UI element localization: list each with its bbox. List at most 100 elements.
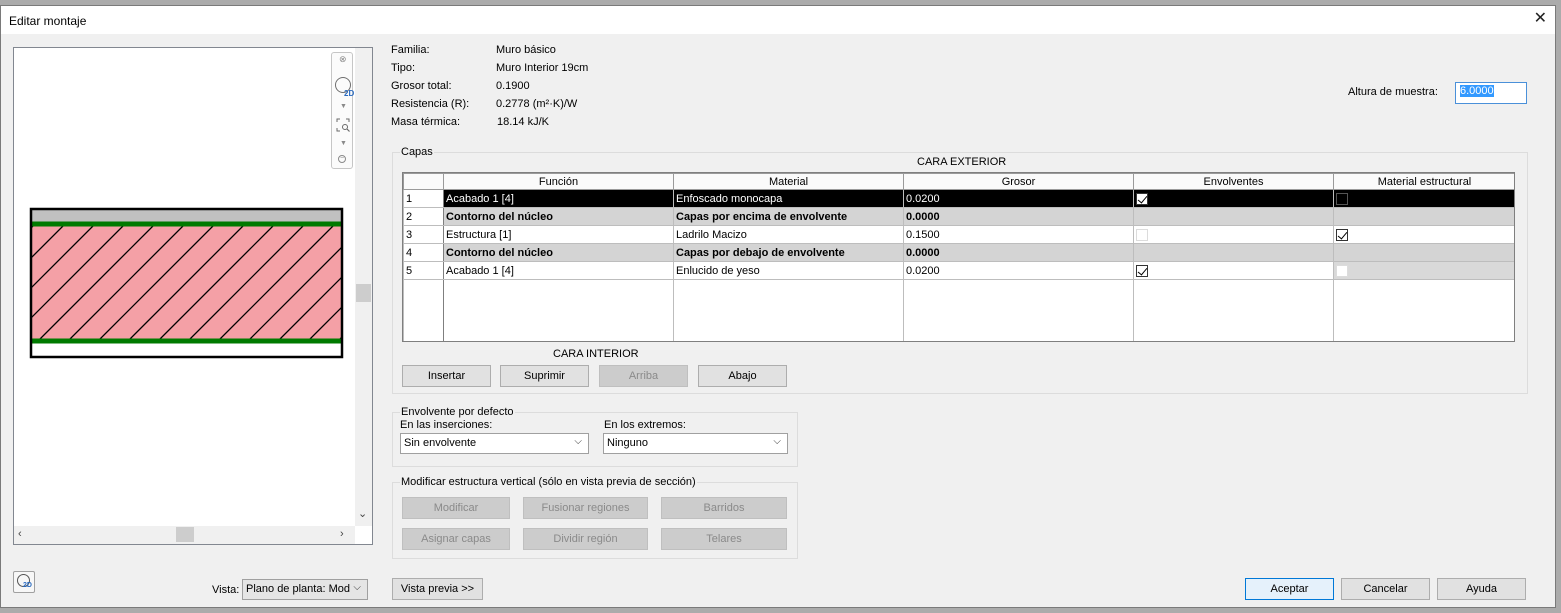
wraps-checkbox[interactable] (1136, 264, 1148, 277)
table-row[interactable]: 5 Acabado 1 [4] Enlucido de yeso 0.0200 (403, 261, 1514, 280)
move-up-button[interactable]: Arriba (599, 365, 688, 387)
sample-height-label: Altura de muestra: (1348, 86, 1438, 98)
wraps-cell[interactable] (1133, 261, 1334, 280)
wraps-cell (1133, 243, 1334, 262)
thickness-cell[interactable]: 0.0200 (903, 261, 1134, 280)
move-down-button[interactable]: Abajo (698, 365, 787, 387)
thickness-cell[interactable]: 0.0000 (903, 207, 1134, 226)
resistance-value: 0.2778 (m²·K)/W (496, 98, 578, 110)
preview-panel[interactable]: ⊗ 2D ▼ ▼ − ⌄ ‹ › (13, 47, 373, 545)
zoom-extents-icon[interactable] (336, 118, 350, 132)
material-cell[interactable]: Ladrilo Macizo (673, 225, 904, 244)
chevron-down-icon[interactable]: ▼ (340, 140, 347, 147)
column-header-thickness[interactable]: Grosor (903, 173, 1134, 190)
close-icon[interactable]: ✕ (1534, 10, 1547, 28)
sample-height-value[interactable]: 6.0000 (1460, 85, 1494, 97)
assign-layers-button[interactable]: Asignar capas (402, 528, 510, 550)
navigation-bar[interactable]: ⊗ 2D ▼ ▼ − (331, 52, 355, 169)
sample-height-input[interactable]: 6.0000 (1455, 82, 1527, 104)
wraps-checkbox[interactable] (1136, 228, 1148, 241)
column-header-wraps[interactable]: Envolventes (1133, 173, 1334, 190)
wraps-cell[interactable] (1133, 189, 1334, 208)
thermal-mass-value: 18.14 kJ/K (497, 116, 549, 128)
row-number[interactable]: 2 (403, 207, 444, 226)
structural-cell (1333, 243, 1514, 262)
chevron-down-icon[interactable]: ⌄ (358, 507, 367, 520)
row-number[interactable]: 3 (403, 225, 444, 244)
table-row[interactable]: 1 Acabado 1 [4] Enfoscado monocapa 0.020… (403, 189, 1514, 208)
function-cell[interactable]: Contorno del núcleo (443, 243, 674, 262)
layers-group-label: Capas (400, 146, 434, 158)
resistance-label: Resistencia (R): (391, 98, 470, 110)
view-select[interactable]: Plano de planta: Mod ⌵ (242, 579, 368, 600)
sweeps-button[interactable]: Barridos (661, 497, 787, 519)
at-ends-label: En los extremos: (604, 419, 686, 431)
scroll-thumb[interactable] (356, 284, 371, 302)
at-inserts-select[interactable]: Sin envolvente ⌵ (400, 433, 589, 454)
edit-assembly-dialog: Editar montaje ✕ ⊗ 2D ▼ ▼ − ⌄ ‹ › Famili… (0, 5, 1556, 608)
thickness-cell[interactable]: 0.0000 (903, 243, 1134, 262)
function-cell[interactable]: Estructura [1] (443, 225, 674, 244)
merge-regions-button[interactable]: Fusionar regiones (523, 497, 648, 519)
scroll-thumb[interactable] (176, 527, 194, 542)
row-number[interactable]: 4 (403, 243, 444, 262)
chevron-down-icon: ⌵ (773, 436, 781, 447)
cancel-button[interactable]: Cancelar (1341, 578, 1430, 600)
material-cell[interactable]: Enlucido de yeso (673, 261, 904, 280)
wall-section-preview (29, 207, 344, 359)
nav-close-icon[interactable]: ⊗ (339, 54, 347, 65)
material-cell[interactable]: Enfoscado monocapa (673, 189, 904, 208)
wraps-checkbox[interactable] (1136, 192, 1148, 205)
column-header-function[interactable]: Función (443, 173, 674, 190)
modify-button[interactable]: Modificar (402, 497, 510, 519)
chevron-right-icon[interactable]: › (340, 528, 344, 540)
function-cell[interactable]: Contorno del núcleo (443, 207, 674, 226)
layers-table[interactable]: Función Material Grosor Envolventes Mate… (402, 172, 1515, 342)
structural-checkbox[interactable] (1336, 192, 1348, 205)
row-number (403, 279, 444, 341)
function-cell[interactable]: Acabado 1 [4] (443, 261, 674, 280)
structural-checkbox[interactable] (1336, 228, 1348, 241)
reveals-button[interactable]: Telares (661, 528, 787, 550)
delete-button[interactable]: Suprimir (500, 365, 589, 387)
structural-cell[interactable] (1333, 261, 1514, 280)
total-thickness-value: 0.1900 (496, 80, 530, 92)
ok-button[interactable]: Aceptar (1245, 578, 1334, 600)
view-label: Vista: (212, 584, 240, 596)
at-ends-select[interactable]: Ninguno ⌵ (603, 433, 788, 454)
split-region-button[interactable]: Dividir región (523, 528, 648, 550)
wraps-cell (1133, 207, 1334, 226)
material-cell[interactable]: Capas por debajo de envolvente (673, 243, 904, 262)
thickness-cell[interactable]: 0.0200 (903, 189, 1134, 208)
thickness-cell[interactable]: 0.1500 (903, 225, 1134, 244)
table-row[interactable]: 2 Contorno del núcleo Capas por encima d… (403, 207, 1514, 226)
horizontal-scrollbar[interactable]: ‹ › (14, 526, 355, 544)
total-thickness-label: Grosor total: (391, 80, 452, 92)
function-cell[interactable]: Acabado 1 [4] (443, 189, 674, 208)
vertical-scrollbar[interactable]: ⌄ (355, 48, 372, 526)
minimize-icon[interactable]: − (338, 155, 346, 163)
nav-2d-label: 2D (344, 89, 355, 98)
wraps-cell[interactable] (1133, 225, 1334, 244)
type-label: Tipo: (391, 62, 416, 74)
column-header-material[interactable]: Material (673, 173, 904, 190)
row-number[interactable]: 5 (403, 261, 444, 280)
help-button[interactable]: Ayuda (1437, 578, 1526, 600)
chevron-down-icon[interactable]: ▼ (340, 103, 347, 110)
column-header-structural-material[interactable]: Material estructural (1333, 173, 1514, 190)
chevron-left-icon[interactable]: ‹ (18, 528, 22, 540)
table-row[interactable]: 4 Contorno del núcleo Capas por debajo d… (403, 243, 1514, 262)
view-value: Plano de planta: Mod (246, 583, 350, 595)
structural-checkbox[interactable] (1336, 264, 1348, 277)
structural-cell[interactable] (1333, 225, 1514, 244)
preview-toggle-button[interactable]: Vista previa >> (392, 578, 483, 600)
table-row[interactable]: 3 Estructura [1] Ladrilo Macizo 0.1500 (403, 225, 1514, 244)
exterior-side-label: CARA EXTERIOR (917, 156, 1007, 168)
empty-row (403, 279, 1514, 341)
insert-button[interactable]: Insertar (402, 365, 491, 387)
steering-wheel-2d-icon[interactable]: 2D (13, 571, 35, 593)
row-number[interactable]: 1 (403, 189, 444, 208)
material-cell[interactable]: Capas por encima de envolvente (673, 207, 904, 226)
dialog-title: Editar montaje (9, 14, 87, 28)
structural-cell[interactable] (1333, 189, 1514, 208)
